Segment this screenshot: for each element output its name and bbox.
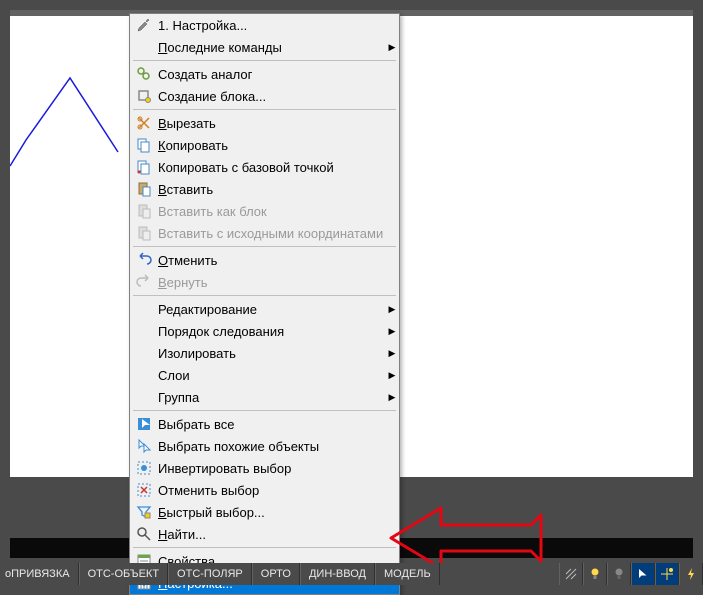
invert-icon <box>130 457 158 479</box>
menu-item-undo[interactable]: Отменить <box>130 249 399 271</box>
menu-item-group[interactable]: Группа ▶ <box>130 386 399 408</box>
paste-block-icon <box>130 200 158 222</box>
wrench-icon <box>130 14 158 36</box>
menu-separator <box>133 109 396 110</box>
menu-item-paste-block: Вставить как блок <box>130 200 399 222</box>
menu-item-deselect[interactable]: Отменить выбор <box>130 479 399 501</box>
menu-label: 1. Настройка... <box>158 18 399 33</box>
status-crosshair-icon[interactable] <box>655 563 679 585</box>
menu-label: Создание блока... <box>158 89 399 104</box>
menu-label: Группа <box>158 390 385 405</box>
deselect-icon <box>130 479 158 501</box>
menu-item-select-similar[interactable]: Выбрать похожие объекты <box>130 435 399 457</box>
menu-label: Отменить <box>158 253 399 268</box>
menu-separator <box>133 246 396 247</box>
menu-label: Копировать с базовой точкой <box>158 160 399 175</box>
status-ots-object[interactable]: ОТС-ОБЪЕКТ <box>79 563 168 585</box>
menu-item-redo: Вернуть <box>130 271 399 293</box>
polyline-shape <box>10 48 130 168</box>
submenu-arrow-icon: ▶ <box>385 326 399 337</box>
undo-icon <box>130 249 158 271</box>
menu-label: Вырезать <box>158 116 399 131</box>
menu-item-recent[interactable]: Последние команды ▶ <box>130 36 399 58</box>
menu-label: Отменить выбор <box>158 483 399 498</box>
status-ortho[interactable]: ОРТО <box>252 563 300 585</box>
menu-label: Вернуть <box>158 275 399 290</box>
menu-label: Быстрый выбор... <box>158 505 399 520</box>
context-menu: 1. Настройка... Последние команды ▶ Созд… <box>129 13 400 595</box>
menu-item-select-all[interactable]: Выбрать все <box>130 413 399 435</box>
paste-orig-icon <box>130 222 158 244</box>
menu-separator <box>133 410 396 411</box>
menu-label: Вставить <box>158 182 399 197</box>
menu-item-isolate[interactable]: Изолировать ▶ <box>130 342 399 364</box>
submenu-arrow-icon: ▶ <box>385 392 399 403</box>
menu-label: Выбрать все <box>158 417 399 432</box>
menu-label: Вставить как блок <box>158 204 399 219</box>
copy-icon <box>130 134 158 156</box>
menu-item-settings-1[interactable]: 1. Настройка... <box>130 14 399 36</box>
menu-label: Редактирование <box>158 302 385 317</box>
menu-label: Выбрать похожие объекты <box>158 439 399 454</box>
menu-label: Найти... <box>158 527 399 542</box>
status-dyn-input[interactable]: ДИН-ВВОД <box>300 563 375 585</box>
menu-label: Вставить с исходными координатами <box>158 226 399 241</box>
menu-separator <box>133 60 396 61</box>
search-icon <box>130 523 158 545</box>
copy-base-icon <box>130 156 158 178</box>
status-osnap[interactable]: оПРИВЯЗКА <box>0 563 79 585</box>
status-lightning-icon[interactable] <box>679 563 703 585</box>
status-hatch-icon[interactable] <box>559 563 583 585</box>
status-bulb2-icon[interactable] <box>607 563 631 585</box>
menu-separator <box>133 547 396 548</box>
status-model[interactable]: МОДЕЛЬ <box>375 563 440 585</box>
quick-select-icon <box>130 501 158 523</box>
menu-label: Инвертировать выбор <box>158 461 399 476</box>
menu-label: Слои <box>158 368 385 383</box>
menu-label: Порядок следования <box>158 324 385 339</box>
menu-label: Создать аналог <box>158 67 399 82</box>
submenu-arrow-icon: ▶ <box>385 348 399 359</box>
submenu-arrow-icon: ▶ <box>385 42 399 53</box>
block-icon <box>130 85 158 107</box>
menu-item-quick-select[interactable]: Быстрый выбор... <box>130 501 399 523</box>
menu-label: Копировать <box>158 138 399 153</box>
status-ots-polar[interactable]: ОТС-ПОЛЯР <box>168 563 252 585</box>
menu-item-invert[interactable]: Инвертировать выбор <box>130 457 399 479</box>
menu-item-layers[interactable]: Слои ▶ <box>130 364 399 386</box>
menu-label: Изолировать <box>158 346 385 361</box>
menu-label: Последние команды <box>158 40 385 55</box>
menu-item-create-analog[interactable]: Создать аналог <box>130 63 399 85</box>
menu-item-copy[interactable]: Копировать <box>130 134 399 156</box>
redo-icon <box>130 271 158 293</box>
analog-icon <box>130 63 158 85</box>
paste-icon <box>130 178 158 200</box>
status-bulb-icon[interactable] <box>583 563 607 585</box>
submenu-arrow-icon: ▶ <box>385 370 399 381</box>
submenu-arrow-icon: ▶ <box>385 304 399 315</box>
menu-item-create-block[interactable]: Создание блока... <box>130 85 399 107</box>
menu-item-copy-base[interactable]: Копировать с базовой точкой <box>130 156 399 178</box>
menu-item-cut[interactable]: Вырезать <box>130 112 399 134</box>
menu-item-find[interactable]: Найти... <box>130 523 399 545</box>
select-similar-icon <box>130 435 158 457</box>
select-all-icon <box>130 413 158 435</box>
app-frame: 1. Настройка... Последние команды ▶ Созд… <box>3 3 700 582</box>
scissors-icon <box>130 112 158 134</box>
menu-item-paste-orig: Вставить с исходными координатами <box>130 222 399 244</box>
menu-item-paste[interactable]: Вставить <box>130 178 399 200</box>
status-bar: оПРИВЯЗКА ОТС-ОБЪЕКТ ОТС-ПОЛЯР ОРТО ДИН-… <box>0 563 703 585</box>
status-cursor-icon[interactable] <box>631 563 655 585</box>
menu-item-draw-order[interactable]: Порядок следования ▶ <box>130 320 399 342</box>
menu-separator <box>133 295 396 296</box>
menu-item-edit[interactable]: Редактирование ▶ <box>130 298 399 320</box>
